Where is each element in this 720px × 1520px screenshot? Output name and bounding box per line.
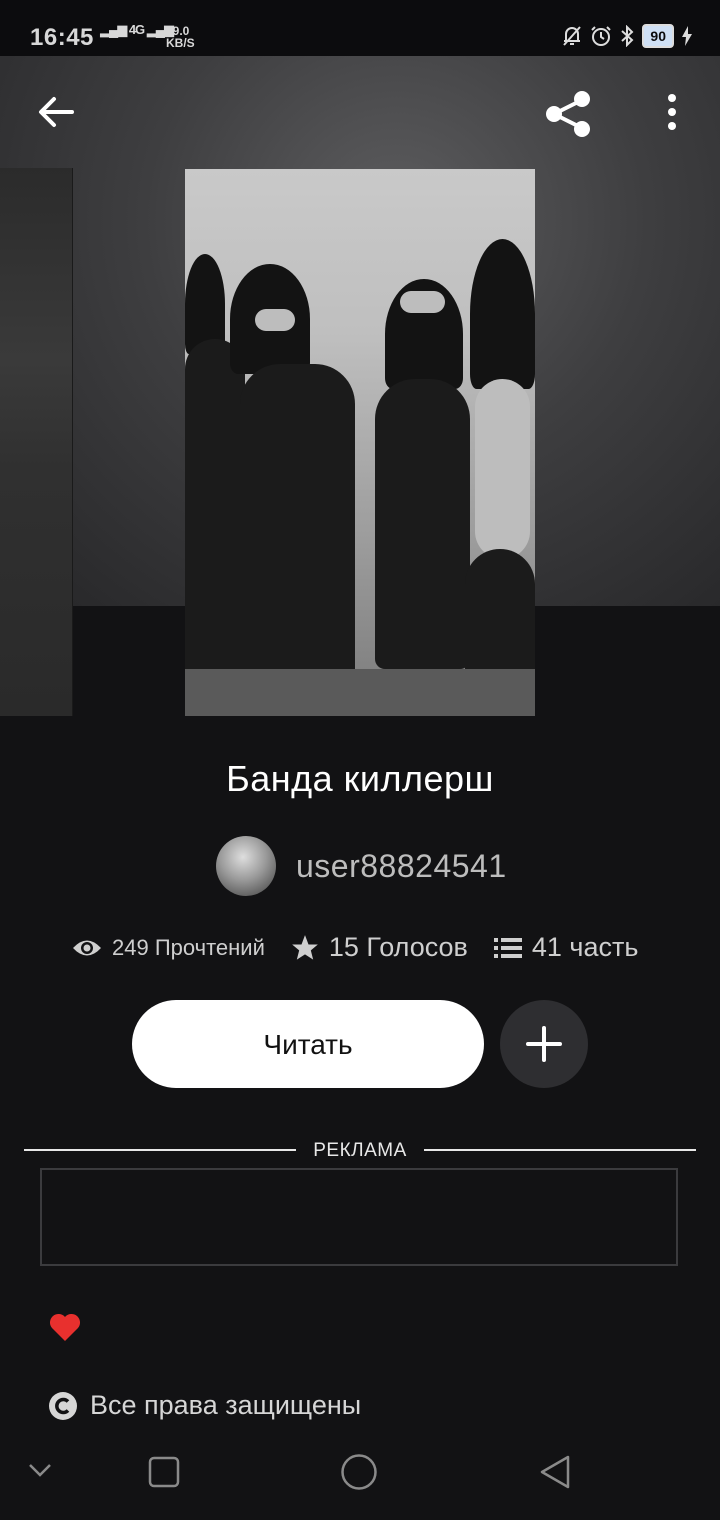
ad-divider-left	[24, 1149, 296, 1151]
alarm-icon	[591, 26, 612, 46]
heart-icon	[49, 1313, 81, 1341]
network-speed: 99.0 KB/S	[166, 24, 195, 50]
list-icon	[493, 937, 522, 958]
charging-icon	[682, 26, 692, 46]
previous-story-cover[interactable]	[0, 168, 73, 716]
story-stats: 249 Прочтений 15 Голосов 41 часть	[72, 932, 672, 963]
author-avatar[interactable]	[216, 836, 276, 896]
share-icon[interactable]	[540, 86, 596, 142]
chevron-down-icon[interactable]	[28, 1462, 52, 1478]
copyright-text: Все права защищены	[90, 1390, 362, 1420]
system-navigation-bar	[0, 1440, 720, 1520]
more-vertical-icon[interactable]	[658, 92, 686, 136]
ad-divider-right	[424, 1149, 696, 1151]
ad-label: РЕКЛАМА	[313, 1140, 407, 1161]
add-to-library-button[interactable]	[500, 1000, 588, 1088]
parts-stat[interactable]: 41 часть	[493, 932, 639, 963]
signal-icon: ▂▄▆ 4G ▂▄▆	[100, 22, 174, 37]
system-back-icon[interactable]	[538, 1454, 572, 1490]
parts-count[interactable]: 41 часть	[532, 932, 639, 963]
star-icon	[292, 934, 318, 960]
reads-count: 249 Прочтений	[112, 934, 265, 960]
reads-stat: 249 Прочтений	[72, 935, 265, 961]
votes-stat: 15 Голосов	[291, 932, 468, 963]
copyright-notice: Все права защищены	[48, 1390, 361, 1421]
ad-slot[interactable]	[40, 1168, 678, 1266]
plus-icon	[526, 1026, 562, 1062]
story-cover-image	[185, 169, 535, 716]
votes-count: 15 Голосов	[328, 932, 468, 962]
home-icon[interactable]	[340, 1453, 378, 1491]
battery-level: 90	[642, 24, 674, 48]
story-title: Банда киллерш	[226, 758, 494, 799]
status-icons: 90	[562, 24, 692, 48]
copyright-icon	[49, 1391, 77, 1420]
status-time: 16:45	[30, 24, 94, 51]
back-arrow-icon[interactable]	[34, 90, 78, 134]
network-type: 4G	[128, 22, 145, 37]
author-link[interactable]: user88824541	[216, 836, 507, 896]
status-bar: 16:45 ▂▄▆ 4G ▂▄▆ 99.0 KB/S 90	[0, 0, 720, 56]
eye-icon	[73, 940, 101, 955]
mute-bell-icon	[563, 26, 582, 46]
recent-apps-icon[interactable]	[148, 1456, 180, 1488]
author-name[interactable]: user88824541	[296, 848, 507, 885]
read-button[interactable]: Читать	[132, 1000, 484, 1088]
bluetooth-icon	[621, 25, 634, 47]
